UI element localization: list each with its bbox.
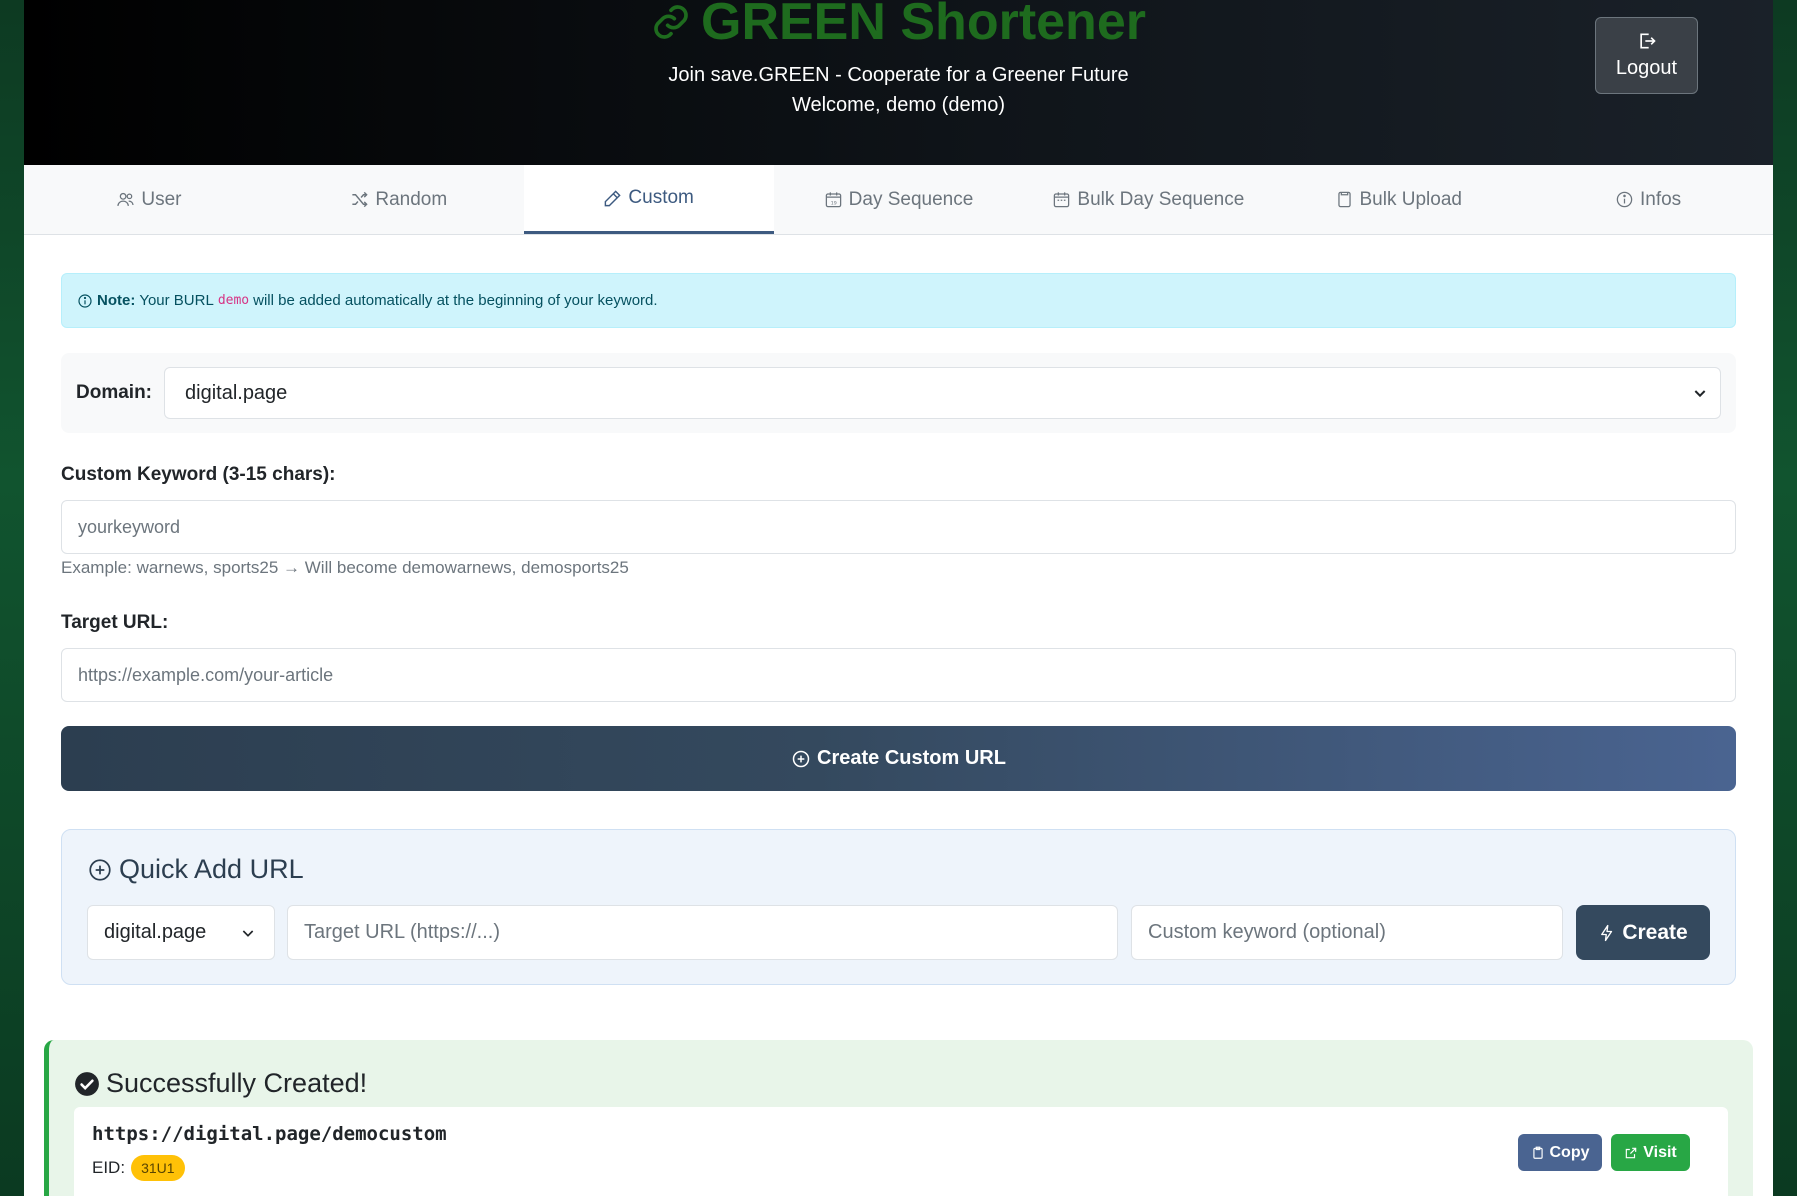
file-icon [1337,191,1351,208]
welcome-text: Welcome, demo (demo) [791,94,1006,116]
info-circle-icon [78,293,92,308]
tab-custom-label: Custom [628,187,694,208]
success-title-text: Successfully Created! [106,1068,368,1098]
domain-row: Domain: digital.page [61,353,1736,433]
chevron-down-icon [242,929,254,937]
note-text-after: will be added automatically at the begin… [253,292,658,309]
svg-text:19: 19 [830,200,836,206]
note-prefix: Note: [97,292,136,309]
result-card: https://digital.page/democustom EID: 31U… [74,1107,1728,1196]
calendar-week-icon [1054,192,1070,208]
plus-circle-icon [792,750,810,767]
info-icon [1616,191,1633,208]
success-title: Successfully Created! [74,1068,367,1099]
short-url[interactable]: https://digital.page/democustom [92,1123,447,1145]
brand: GREEN Shortener [24,0,1773,52]
chevron-down-icon [1694,390,1706,398]
app-subtitle: Join save.GREEN - Cooperate for a Greene… [668,64,1129,86]
domain-label: Domain: [76,382,152,403]
quick-add-create-button[interactable]: Create [1576,905,1710,960]
clipboard-icon [1532,1146,1543,1159]
tab-random[interactable]: Random [274,165,524,234]
pencil-icon [605,189,622,206]
create-custom-url-button[interactable]: Create Custom URL [61,726,1736,791]
domain-select[interactable]: digital.page [164,367,1721,419]
quick-add-domain-select[interactable]: digital.page [87,905,275,960]
note-code: demo [217,293,250,308]
app-container: GREEN Shortener Join save.GREEN - Cooper… [24,0,1773,1196]
tab-bar: User Random Custom 19 Day Sequence Bulk … [24,165,1773,235]
quick-add-target-input[interactable]: Target URL (https://...) [287,905,1118,960]
info-note: Note: Your BURL demo will be added autom… [61,273,1736,328]
tab-bulk-upload-label: Bulk Upload [1359,188,1462,210]
calendar-icon: 19 [825,192,841,208]
visit-button[interactable]: Visit [1611,1134,1690,1171]
quick-add-panel: Quick Add URL digital.page Target URL (h… [61,829,1736,985]
tab-infos[interactable]: Infos [1523,165,1773,234]
quick-add-create-label: Create [1622,920,1688,944]
app-title: GREEN Shortener [701,0,1146,51]
lightning-icon [1601,924,1613,941]
plus-circle-icon [89,858,111,881]
users-icon [117,192,135,206]
copy-button[interactable]: Copy [1518,1134,1602,1171]
success-panel: Successfully Created! https://digital.pa… [44,1040,1753,1196]
quick-add-keyword-input[interactable]: Custom keyword (optional) [1131,905,1563,960]
logout-label: Logout [1615,57,1678,79]
tab-custom[interactable]: Custom [523,165,774,234]
check-circle-icon [75,1071,99,1096]
create-custom-url-label: Create Custom URL [817,747,1006,769]
shuffle-icon [352,191,369,208]
keyword-help: Example: warnews, sports25 → Will become… [61,558,629,577]
tab-infos-label: Infos [1639,188,1682,210]
target-url-input[interactable]: https://example.com/your-article [61,648,1736,702]
visit-label: Visit [1643,1143,1677,1161]
eid-label: EID: [92,1158,126,1177]
logout-button[interactable]: Logout [1595,17,1698,94]
tab-random-label: Random [375,188,448,210]
tab-user[interactable]: User [24,165,274,234]
keyword-input[interactable]: yourkeyword [61,500,1736,554]
quick-add-row: digital.page Target URL (https://...) Cu… [87,905,1710,960]
header: GREEN Shortener Join save.GREEN - Cooper… [24,0,1773,165]
tab-day-sequence[interactable]: 19 Day Sequence [774,165,1024,234]
eid-badge: 31U1 [131,1155,185,1181]
quick-add-title-text: Quick Add URL [119,854,304,884]
eid-row: EID: 31U1 [92,1155,185,1181]
tab-bulk-day-sequence-label: Bulk Day Sequence [1077,188,1245,210]
target-url-label: Target URL: [61,612,169,633]
quick-add-title: Quick Add URL [87,854,304,885]
copy-label: Copy [1549,1143,1590,1161]
tab-day-sequence-label: Day Sequence [848,188,974,210]
note-text-before: Your BURL [139,292,214,309]
tab-bulk-upload[interactable]: Bulk Upload [1273,165,1523,234]
link-icon [654,5,688,39]
domain-selected-value: digital.page [185,381,288,404]
logout-icon [1639,33,1656,49]
keyword-label: Custom Keyword (3-15 chars): [61,464,336,485]
quick-add-domain-value: digital.page [104,921,207,943]
tab-user-label: User [141,188,182,210]
tab-bulk-day-sequence[interactable]: Bulk Day Sequence [1023,165,1273,234]
external-link-icon [1626,1147,1637,1158]
